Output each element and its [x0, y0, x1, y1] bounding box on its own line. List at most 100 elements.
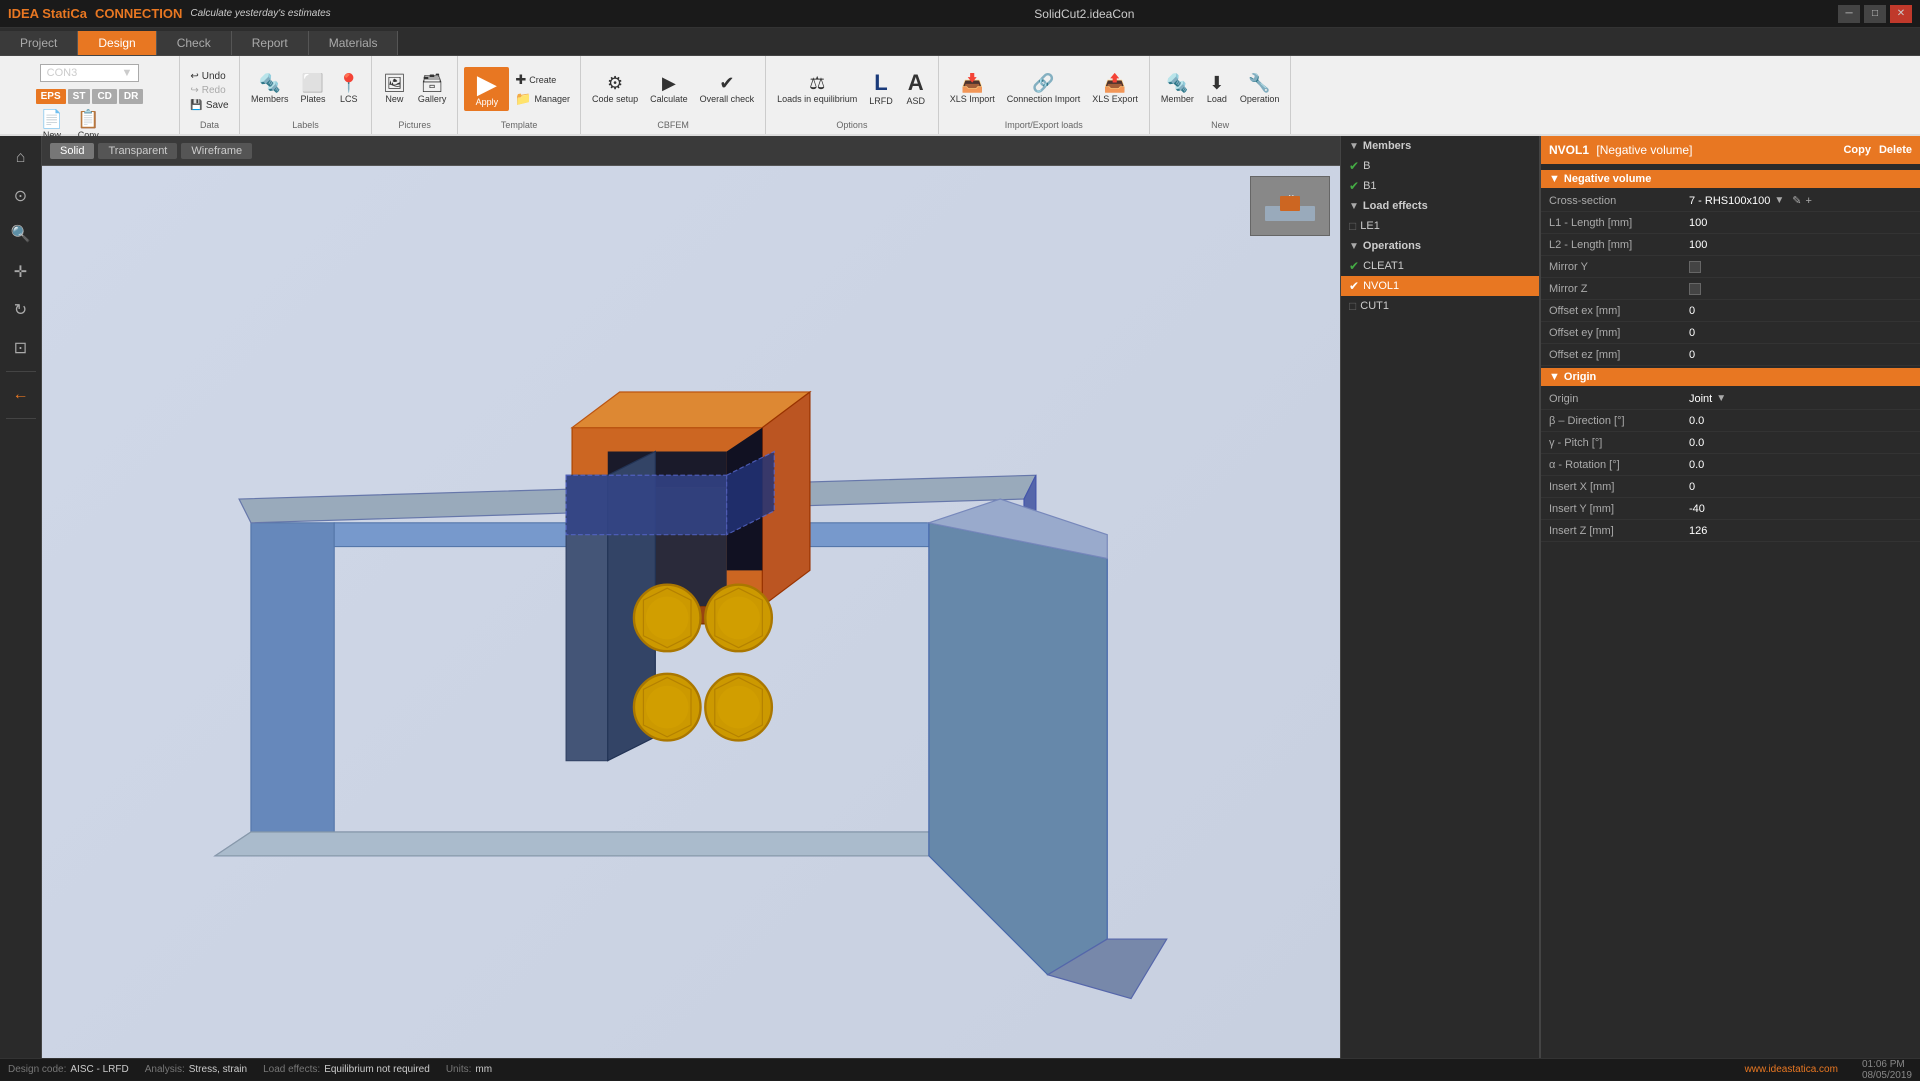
value-beta[interactable]: 0.0	[1689, 415, 1912, 427]
value-alpha[interactable]: 0.0	[1689, 459, 1912, 471]
st-button[interactable]: ST	[68, 89, 91, 104]
new-operation-button[interactable]: 🔧 Operation	[1235, 71, 1285, 107]
sidebar-rotate[interactable]: ↻	[3, 292, 39, 328]
checkbox-mirror-z[interactable]	[1689, 283, 1701, 295]
new-operation-icon: 🔧	[1248, 74, 1270, 92]
dr-button[interactable]: DR	[119, 89, 143, 104]
label-insert-x: Insert X [mm]	[1549, 481, 1689, 493]
sidebar-zoom-fit[interactable]: ⊙	[3, 178, 39, 214]
value-offset-ez[interactable]: 0	[1689, 349, 1912, 361]
view-solid-button[interactable]: Solid	[50, 143, 94, 159]
value-insert-z[interactable]: 126	[1689, 525, 1912, 537]
value-l1-length[interactable]: 100	[1689, 217, 1912, 229]
close-button[interactable]: ✕	[1890, 5, 1912, 23]
sidebar-home[interactable]: ⌂	[3, 140, 39, 176]
sidebar-zoom-in[interactable]: 🔍	[3, 216, 39, 252]
view-transparent-button[interactable]: Transparent	[98, 143, 177, 159]
sidebar-move[interactable]: ✛	[3, 254, 39, 290]
edit-cross-section-button[interactable]: ✎	[1792, 194, 1801, 207]
value-offset-ex[interactable]: 0	[1689, 305, 1912, 317]
view-wireframe-button[interactable]: Wireframe	[181, 143, 252, 159]
tab-materials[interactable]: Materials	[309, 31, 399, 55]
value-cross-section: 7 - RHS100x100 ▼ ✎ +	[1689, 194, 1912, 207]
label-mirror-z: Mirror Z	[1549, 283, 1689, 295]
delete-nvol-button[interactable]: Delete	[1879, 144, 1912, 156]
lrfd-button[interactable]: L LRFD	[864, 69, 898, 109]
tree-section-members[interactable]: ▼ Members	[1341, 136, 1539, 156]
props-row-offset-ez: Offset ez [mm] 0	[1541, 344, 1920, 366]
section-negative-volume[interactable]: ▼ Negative volume	[1541, 170, 1920, 188]
xls-import-button[interactable]: 📥 XLS Import	[945, 71, 1000, 107]
properties-header: NVOL1 [Negative volume] Copy Delete	[1541, 136, 1920, 164]
asd-button[interactable]: A ASD	[900, 69, 932, 109]
code-setup-button[interactable]: ⚙ Code setup	[587, 71, 643, 107]
design-code-value: AISC - LRFD	[70, 1064, 128, 1075]
check-CLEAT1-icon: ✔	[1349, 259, 1359, 273]
tree-item-B[interactable]: ✔ B	[1341, 156, 1539, 176]
add-cross-section-button[interactable]: +	[1805, 195, 1811, 207]
properties-content: ▼ Negative volume Cross-section 7 - RHS1…	[1541, 164, 1920, 1058]
props-header-id: NVOL1	[1549, 143, 1589, 157]
props-row-mirror-y: Mirror Y	[1541, 256, 1920, 278]
undo-button[interactable]: ↩Undo	[187, 70, 231, 83]
plates-button[interactable]: ⬜ Plates	[296, 71, 331, 107]
xls-export-button[interactable]: 📤 XLS Export	[1087, 71, 1143, 107]
analysis-value: Stress, strain	[189, 1064, 247, 1075]
tree-item-CUT1[interactable]: □ CUT1	[1341, 296, 1539, 316]
tab-project[interactable]: Project	[0, 31, 78, 55]
copy-nvol-button[interactable]: Copy	[1843, 144, 1871, 156]
loads-eq-button[interactable]: ⚖ Loads in equilibrium	[772, 71, 862, 107]
manager-button[interactable]: 📁 Manager	[511, 90, 574, 108]
apply-button[interactable]: ▶ Apply	[464, 67, 509, 111]
connection-import-button[interactable]: 🔗 Connection Import	[1002, 71, 1086, 107]
new-load-icon: ⬇	[1209, 74, 1224, 92]
checkbox-mirror-y[interactable]	[1689, 261, 1701, 273]
overall-check-button[interactable]: ✔ Overall check	[695, 71, 760, 107]
cd-button[interactable]: CD	[92, 89, 116, 104]
properties-panel: NVOL1 [Negative volume] Copy Delete ▼ Ne…	[1540, 136, 1920, 1058]
eps-button[interactable]: EPS	[36, 89, 66, 104]
load-effects-label: Load effects:	[263, 1064, 320, 1075]
value-l2-length[interactable]: 100	[1689, 239, 1912, 251]
lcs-button[interactable]: 📍 LCS	[333, 71, 365, 107]
new-picture-button[interactable]: 🖼 New	[378, 71, 411, 107]
tree-section-load-effects[interactable]: ▼ Load effects	[1341, 196, 1539, 216]
props-row-l1-length: L1 - Length [mm] 100	[1541, 212, 1920, 234]
value-offset-ey[interactable]: 0	[1689, 327, 1912, 339]
label-gamma: γ - Pitch [°]	[1549, 437, 1689, 449]
value-origin[interactable]: Joint ▼	[1689, 393, 1912, 405]
tree-item-NVOL1[interactable]: ✔ NVOL1	[1341, 276, 1539, 296]
tree-section-operations[interactable]: ▼ Operations	[1341, 236, 1539, 256]
main-content: ⌂ ⊙ 🔍 ✛ ↻ ⊡ ← Solid Transparent Wirefram…	[0, 136, 1920, 1058]
title-bar-left: IDEA StatiCa CONNECTION Calculate yester…	[8, 6, 331, 21]
check-B1-icon: ✔	[1349, 179, 1359, 193]
value-gamma[interactable]: 0.0	[1689, 437, 1912, 449]
value-insert-y[interactable]: -40	[1689, 503, 1912, 515]
tab-design[interactable]: Design	[78, 31, 156, 55]
sidebar-fit[interactable]: ⊡	[3, 330, 39, 366]
tab-check[interactable]: Check	[157, 31, 232, 55]
lrfd-icon: L	[874, 72, 887, 94]
value-insert-x[interactable]: 0	[1689, 481, 1912, 493]
new-load-button[interactable]: ⬇ Load	[1201, 71, 1233, 107]
label-l2-length: L2 - Length [mm]	[1549, 239, 1689, 251]
status-units: Units: mm	[446, 1064, 492, 1075]
calculate-button[interactable]: ▶ Calculate	[645, 71, 693, 107]
gallery-button[interactable]: 🗃 Gallery	[413, 71, 452, 107]
apply-icon: ▶	[477, 71, 497, 97]
redo-button[interactable]: ↪Redo	[187, 84, 231, 97]
create-button[interactable]: ✚ Create	[511, 71, 574, 89]
viewport[interactable]: -X	[42, 166, 1340, 1058]
tree-item-CLEAT1[interactable]: ✔ CLEAT1	[1341, 256, 1539, 276]
tab-report[interactable]: Report	[232, 31, 309, 55]
section-origin[interactable]: ▼ Origin	[1541, 368, 1920, 386]
maximize-button[interactable]: □	[1864, 5, 1886, 23]
sidebar-back[interactable]: ←	[3, 377, 39, 413]
con3-dropdown[interactable]: CON3 ▼	[40, 64, 140, 82]
tree-item-LE1[interactable]: □ LE1	[1341, 216, 1539, 236]
tree-item-B1[interactable]: ✔ B1	[1341, 176, 1539, 196]
save-button[interactable]: 💾 Save	[187, 99, 231, 112]
new-member-button[interactable]: 🔩 Member	[1156, 71, 1199, 107]
minimize-button[interactable]: ─	[1838, 5, 1860, 23]
members-button[interactable]: 🔩 Members	[246, 71, 294, 107]
